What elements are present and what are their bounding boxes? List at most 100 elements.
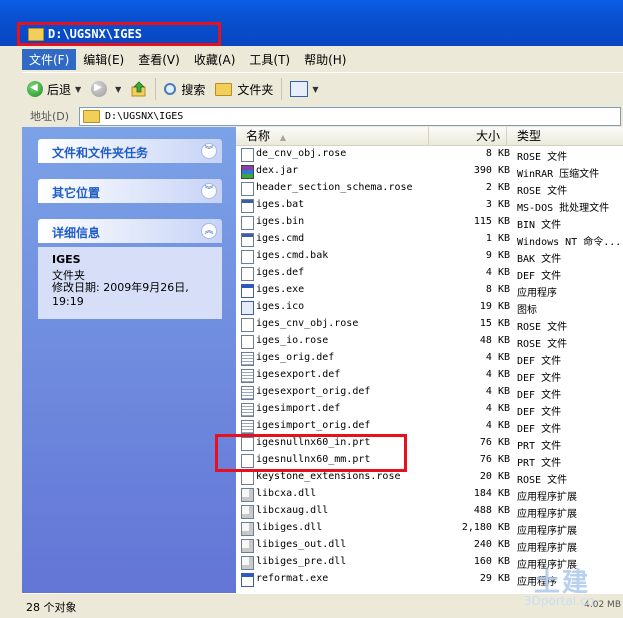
column-name-label: 名称	[246, 129, 271, 143]
highlight-box-prt-files	[215, 434, 407, 472]
file-row[interactable]: libiges_out.dll 240 KB 应用程序扩展	[236, 538, 623, 555]
panel-title: 详细信息	[52, 226, 101, 240]
file-size: 2 KB	[485, 182, 510, 193]
file-type: Windows NT 命令...	[517, 237, 622, 248]
file-row[interactable]: de_cnv_obj.rose 8 KB ROSE 文件	[236, 147, 623, 164]
chevron-down-icon[interactable]: ▼	[75, 85, 81, 94]
file-size: 4 KB	[485, 267, 510, 278]
file-name: igesexport_orig.def	[256, 386, 371, 397]
file-row[interactable]: iges.exe 8 KB 应用程序	[236, 283, 623, 300]
file-row[interactable]: iges.cmd 1 KB Windows NT 命令...	[236, 232, 623, 249]
file-size: 4 KB	[485, 352, 510, 363]
file-size: 488 KB	[473, 505, 510, 516]
file-row[interactable]: header_section_schema.rose 2 KB ROSE 文件	[236, 181, 623, 198]
menu-edit[interactable]: 编辑(E)	[76, 49, 131, 70]
file-type: DEF 文件	[517, 356, 562, 367]
toolbar-separator	[281, 78, 283, 100]
file-row[interactable]: igesimport.def 4 KB DEF 文件	[236, 402, 623, 419]
file-row[interactable]: libcxaug.dll 488 KB 应用程序扩展	[236, 504, 623, 521]
file-name: iges.def	[256, 267, 305, 278]
file-row[interactable]: iges.bat 3 KB MS-DOS 批处理文件	[236, 198, 623, 215]
file-size: 4 KB	[485, 403, 510, 414]
panel-file-tasks[interactable]: 文件和文件夹任务 ︾	[38, 139, 222, 163]
file-type: ROSE 文件	[517, 152, 568, 163]
menu-favorites[interactable]: 收藏(A)	[187, 49, 243, 70]
file-size: 4 KB	[485, 386, 510, 397]
column-header-size[interactable]: 大小	[429, 127, 507, 145]
file-name: iges_cnv_obj.rose	[256, 318, 359, 329]
file-row[interactable]: igesexport_orig.def 4 KB DEF 文件	[236, 385, 623, 402]
toolbar: ◀ 后退 ▼ ▶ ▼ 搜索 文件夹 ▼	[22, 72, 623, 106]
file-name: libiges_pre.dll	[256, 556, 347, 567]
forward-button[interactable]: ▶ ▼	[86, 76, 126, 102]
file-size: 1 KB	[485, 233, 510, 244]
menu-view[interactable]: 查看(V)	[131, 49, 187, 70]
file-row[interactable]: iges.ico 19 KB 图标	[236, 300, 623, 317]
file-type: 应用程序扩展	[517, 526, 577, 537]
generic-file-icon	[241, 335, 254, 349]
file-size: 2,180 KB	[461, 522, 510, 533]
toolbar-separator	[155, 78, 157, 100]
file-row[interactable]: libiges.dll 2,180 KB 应用程序扩展	[236, 521, 623, 538]
exe-icon	[241, 573, 254, 587]
watermark: 土建 3Dportal.cn	[522, 562, 622, 616]
winrar-icon	[241, 165, 254, 179]
file-row[interactable]: igesexport.def 4 KB DEF 文件	[236, 368, 623, 385]
back-button[interactable]: ◀ 后退 ▼	[22, 76, 86, 102]
file-row[interactable]: iges.def 4 KB DEF 文件	[236, 266, 623, 283]
panel-title: 文件和文件夹任务	[52, 146, 149, 160]
chevron-down-icon[interactable]: ︾	[201, 183, 217, 199]
column-header-type[interactable]: 类型	[507, 127, 623, 145]
file-size: 48 KB	[479, 335, 510, 346]
panel-details[interactable]: 详细信息 ︽	[38, 219, 222, 243]
file-type: ROSE 文件	[517, 475, 568, 486]
file-row[interactable]: iges.bin 115 KB BIN 文件	[236, 215, 623, 232]
explorer-window: D:\UGSNX\IGES 文件(F) 编辑(E) 查看(V) 收藏(A) 工具…	[0, 0, 623, 618]
file-row[interactable]: keystone_extensions.rose 20 KB ROSE 文件	[236, 470, 623, 487]
file-name: iges_orig.def	[256, 352, 335, 363]
file-row[interactable]: iges_cnv_obj.rose 15 KB ROSE 文件	[236, 317, 623, 334]
batch-file-icon	[241, 233, 254, 247]
chevron-up-icon[interactable]: ︽	[201, 223, 217, 239]
file-name: keystone_extensions.rose	[256, 471, 401, 482]
file-size: 184 KB	[473, 488, 510, 499]
menu-file[interactable]: 文件(F)	[22, 48, 77, 70]
folder-icon	[83, 110, 100, 123]
file-type: DEF 文件	[517, 271, 562, 282]
file-row[interactable]: libcxa.dll 184 KB 应用程序扩展	[236, 487, 623, 504]
file-type: 应用程序扩展	[517, 509, 577, 520]
chevron-down-icon[interactable]: ▼	[115, 85, 121, 94]
menu-tools[interactable]: 工具(T)	[242, 49, 297, 70]
chevron-down-icon[interactable]: ︾	[201, 143, 217, 159]
menu-help[interactable]: 帮助(H)	[297, 49, 353, 70]
file-size: 29 KB	[479, 573, 510, 584]
search-label: 搜索	[181, 82, 206, 97]
address-input[interactable]: D:\UGSNX\IGES	[79, 107, 621, 126]
file-size: 115 KB	[473, 216, 510, 227]
column-header-name[interactable]: 名称 ▲	[236, 127, 429, 145]
file-type: BAK 文件	[517, 254, 562, 265]
folders-button[interactable]: 文件夹	[210, 76, 278, 102]
file-row[interactable]: iges_orig.def 4 KB DEF 文件	[236, 351, 623, 368]
file-row[interactable]: dex.jar 390 KB WinRAR 压缩文件	[236, 164, 623, 181]
detail-name: IGES	[52, 253, 81, 266]
back-label: 后退	[47, 82, 72, 97]
views-button[interactable]: ▼	[285, 76, 323, 102]
file-size: 8 KB	[485, 148, 510, 159]
chevron-down-icon[interactable]: ▼	[312, 85, 318, 94]
dll-icon	[241, 539, 254, 553]
file-name: igesimport.def	[256, 403, 341, 414]
views-icon	[290, 81, 309, 97]
file-size: 76 KB	[479, 437, 510, 448]
file-size: 4 KB	[485, 369, 510, 380]
folders-label: 文件夹	[237, 82, 274, 97]
text-file-icon	[241, 352, 254, 366]
up-folder-button[interactable]	[126, 76, 152, 102]
search-button[interactable]: 搜索	[159, 76, 210, 102]
panel-other-places[interactable]: 其它位置 ︾	[38, 179, 222, 203]
text-file-icon	[241, 386, 254, 400]
file-row[interactable]: iges_io.rose 48 KB ROSE 文件	[236, 334, 623, 351]
file-name: de_cnv_obj.rose	[256, 148, 347, 159]
file-row[interactable]: iges.cmd.bak 9 KB BAK 文件	[236, 249, 623, 266]
file-name: iges_io.rose	[256, 335, 329, 346]
